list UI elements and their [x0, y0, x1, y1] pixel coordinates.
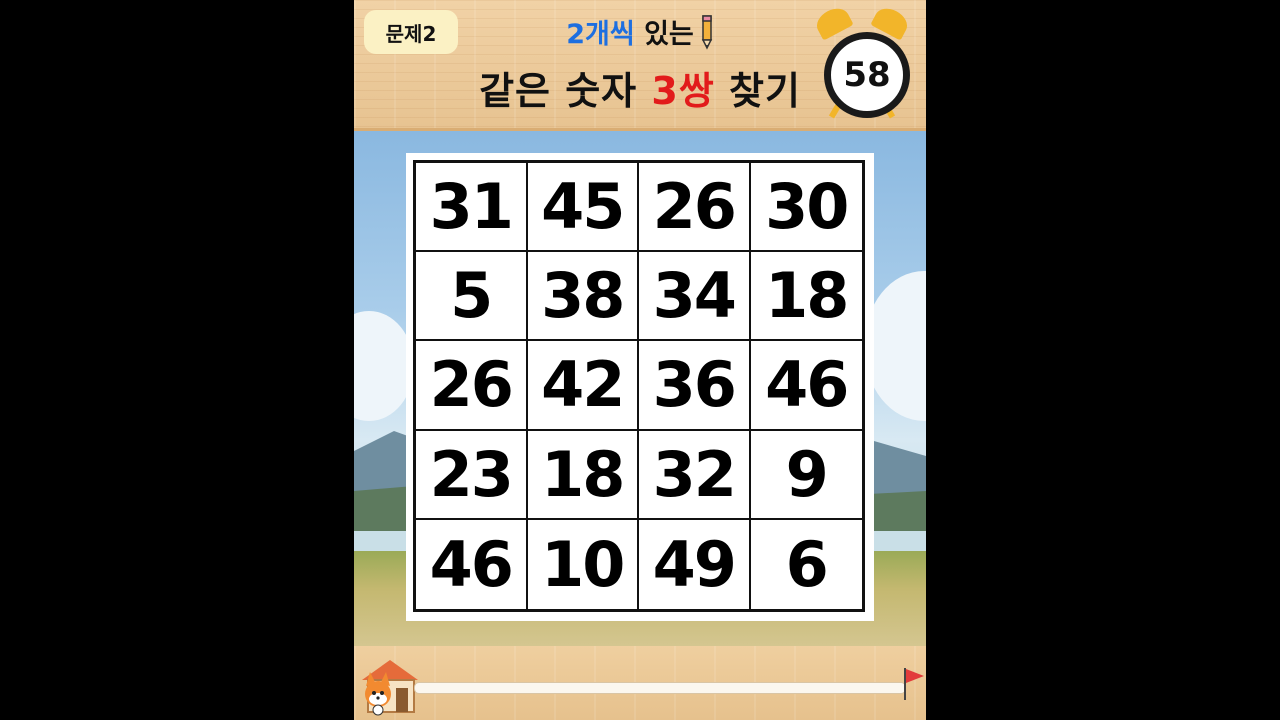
grid-cell[interactable]: 31 [416, 163, 528, 253]
title-line2-post: 찾기 [714, 69, 801, 113]
alarm-clock-icon: 58 [812, 3, 912, 119]
title-line1-rest: 있는 [634, 19, 694, 50]
grid-cell[interactable]: 42 [527, 341, 639, 431]
title-line2-pre: 같은 숫자 [479, 69, 652, 113]
grid-cell[interactable]: 18 [527, 430, 639, 520]
header: 문제2 2개씩 있는 같은 숫자 3쌍 찾기 58 [354, 0, 926, 131]
grid-cell[interactable]: 23 [416, 430, 528, 520]
grid-cell[interactable]: 6 [751, 520, 863, 609]
bell-left [812, 3, 854, 41]
progress-footer [354, 646, 926, 720]
grid-cell[interactable]: 46 [416, 519, 528, 609]
puzzle-stage: 문제2 2개씩 있는 같은 숫자 3쌍 찾기 58 31 45 26 30 5 38 34 1… [354, 0, 926, 720]
grid-cell[interactable]: 36 [639, 341, 751, 431]
grid-cell[interactable]: 45 [527, 163, 639, 253]
grid-cell[interactable]: 18 [750, 252, 862, 342]
grid-cell[interactable]: 10 [528, 519, 639, 609]
fox-character-icon [362, 660, 418, 716]
background-scenery: 31 45 26 30 5 38 34 18 26 42 36 46 23 18 32 9 46 10 49 6 [354, 131, 926, 646]
number-board: 31 45 26 30 5 38 34 18 26 42 36 46 23 18 32 9 46 10 49 6 [406, 153, 874, 621]
timer-countdown: 58 [824, 32, 910, 118]
grid-cell[interactable]: 30 [750, 163, 862, 253]
grid-cell[interactable]: 49 [639, 519, 751, 609]
grid-cell[interactable]: 5 [416, 252, 528, 342]
title-highlight-count: 2개씩 [566, 19, 635, 50]
flag-icon [904, 668, 924, 700]
progress-track [414, 682, 906, 694]
grid-cell[interactable]: 26 [416, 341, 528, 431]
grid-cell[interactable]: 32 [639, 430, 751, 520]
number-grid: 31 45 26 30 5 38 34 18 26 42 36 46 23 18 32 9 46 10 49 6 [413, 160, 865, 612]
cloud [354, 311, 414, 421]
grid-cell[interactable]: 38 [527, 252, 639, 342]
pencil-icon [700, 14, 714, 57]
grid-cell[interactable]: 9 [750, 431, 862, 520]
grid-cell[interactable]: 34 [639, 252, 751, 342]
grid-cell[interactable]: 26 [639, 163, 751, 253]
grid-cell[interactable]: 46 [750, 341, 862, 431]
title-highlight-pairs: 3쌍 [651, 69, 715, 113]
